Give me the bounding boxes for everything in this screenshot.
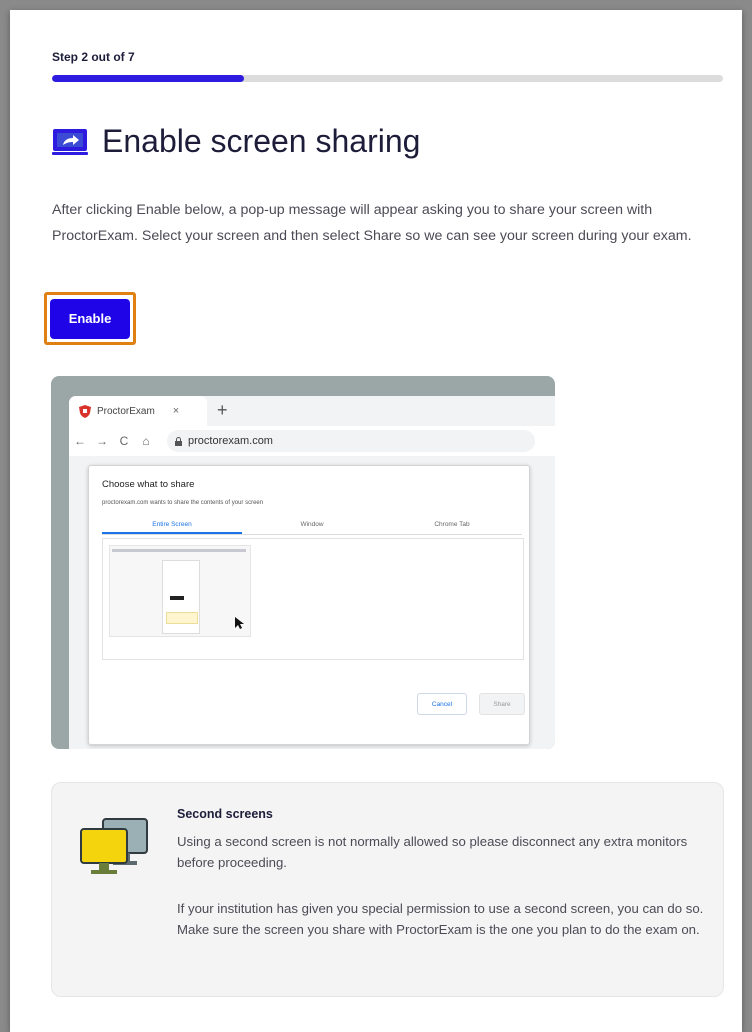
screen-share-illustration: ProctorExam × + ← → C ⌂ proctorexam.com … <box>51 376 555 749</box>
page-title: Enable screen sharing <box>102 123 421 159</box>
forward-icon: → <box>96 434 108 448</box>
enable-button[interactable]: Enable <box>50 298 130 339</box>
dialog-subtitle: proctorexam.com wants to share the conte… <box>102 500 264 506</box>
two-monitors-icon <box>80 818 148 874</box>
browser-window: ProctorExam × + ← → C ⌂ proctorexam.com … <box>69 396 555 749</box>
tab-window: Window <box>300 521 324 528</box>
second-screens-text-1: Using a second screen is not normally al… <box>177 834 688 870</box>
tab-close-icon: × <box>172 405 180 417</box>
home-icon: ⌂ <box>142 434 150 448</box>
second-screens-text-2: If your institution has given you specia… <box>177 901 704 937</box>
dialog-share-button: Share <box>479 693 525 715</box>
proctorexam-shield-icon <box>79 404 91 418</box>
screen-thumbnail <box>109 545 251 637</box>
dialog-tabs: Entire Screen Window Chrome Tab <box>102 516 522 535</box>
step-label: Step 2 out of 7 <box>52 50 135 64</box>
back-icon: ← <box>74 434 86 448</box>
screen-preview-area <box>102 538 524 660</box>
second-screens-info: Second screens Using a second screen is … <box>51 782 724 997</box>
tab-entire-screen: Entire Screen <box>102 516 242 534</box>
share-dialog: Choose what to share proctorexam.com wan… <box>88 465 530 745</box>
setup-panel: Step 2 out of 7 Enable screen sharing Af… <box>10 10 742 1032</box>
progress-bar <box>52 75 723 82</box>
lock-icon <box>175 436 182 446</box>
dialog-cancel-button: Cancel <box>417 693 467 715</box>
tab-title: ProctorExam <box>97 405 155 417</box>
title-row: Enable screen sharing <box>52 123 420 160</box>
screen-share-icon <box>52 128 88 155</box>
intro-text: After clicking Enable below, a pop-up me… <box>52 202 692 244</box>
new-tab-icon: + <box>217 400 228 420</box>
tab-chrome-tab: Chrome Tab <box>434 521 470 528</box>
mouse-cursor-icon <box>235 617 244 629</box>
second-screens-title: Second screens <box>177 807 273 821</box>
browser-navbar: ← → C ⌂ proctorexam.com <box>69 426 555 456</box>
address-bar: proctorexam.com <box>167 430 535 452</box>
enable-button-highlight: Enable <box>44 292 136 345</box>
progress-fill <box>52 75 244 82</box>
browser-tab: ProctorExam × <box>69 396 207 426</box>
dialog-title: Choose what to share <box>102 479 195 490</box>
url-text: proctorexam.com <box>188 435 273 447</box>
reload-icon: C <box>119 434 129 448</box>
